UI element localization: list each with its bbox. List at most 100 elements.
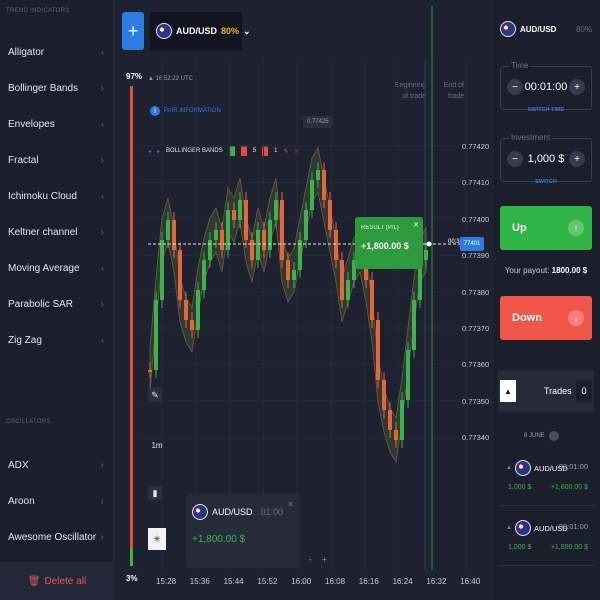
current-price-tag: 77401 (460, 237, 484, 251)
panel-asset[interactable]: AUD/USD 80% (500, 14, 592, 44)
x-tick-label: 16:40 (460, 577, 481, 586)
y-tick-label: 0.77410 (462, 178, 490, 188)
trading-app: TREND INDICATORS Alligator › Bollinger Ban… (0, 0, 600, 600)
candle-body (286, 260, 290, 280)
candle-body (424, 250, 428, 260)
trade-card-time: 01:00 (260, 507, 284, 517)
investment-field: Investment − 1,000 $ + SWITCH (500, 133, 592, 185)
trades-header[interactable]: ▲ Trades 0 (498, 370, 594, 412)
candle-body (388, 410, 392, 430)
flag-icon (514, 520, 531, 536)
chart-type-icon[interactable]: ▮ (148, 486, 162, 500)
candle-body (178, 250, 182, 300)
trade-card-value: +1,800.00 $ (192, 534, 246, 545)
candle-body (220, 230, 224, 250)
up-button[interactable]: Up ↑ (500, 206, 592, 250)
trade-time: 00:01:00 (558, 462, 588, 471)
candle-body (196, 290, 200, 330)
investment-label: Investment (509, 133, 553, 142)
trades-label: Trades (544, 386, 572, 396)
trades-count: 0 (576, 380, 592, 402)
day-text: 8 JUNE (524, 433, 545, 439)
x-tick-label: 16:00 (291, 577, 312, 586)
zoom-in-button[interactable]: + (322, 555, 327, 564)
close-icon[interactable]: ✕ (413, 221, 419, 229)
calendar-icon (548, 431, 559, 441)
y-tick-label: 0.77420 (462, 142, 490, 151)
price-dot (426, 241, 432, 247)
candle-body (256, 230, 260, 260)
result-popup: RESULT (P/L) +1,800.00 $ ✕ (355, 217, 423, 269)
result-value: +1,800.00 $ (361, 241, 409, 251)
payout-label: Your payout: (504, 266, 550, 275)
candle-body (238, 200, 242, 220)
candle-body (244, 200, 248, 240)
candle-body (208, 240, 212, 260)
panel-payout-pct: 80% (575, 24, 592, 34)
trades-toggle-icon[interactable]: ▲ (500, 380, 516, 402)
trade-amount: 1,000 $ (508, 484, 532, 491)
candle-body (268, 220, 272, 250)
flag-icon (514, 460, 531, 476)
arrow-down-icon: ↓ (568, 310, 584, 326)
candle-body (400, 400, 404, 440)
down-button[interactable]: Down ↓ (500, 296, 592, 340)
y-tick-label: 0.77350 (462, 396, 490, 406)
day-label: 8 JUNE (524, 431, 559, 441)
arrow-up-icon: ▲ (506, 465, 512, 471)
candle-body (184, 300, 188, 320)
arrow-up-icon: ↑ (568, 220, 584, 236)
candle-body (394, 430, 398, 440)
panel-asset-name: AUD/USD (520, 24, 557, 34)
zoom-out-button[interactable]: - (309, 555, 312, 564)
candle-body (322, 170, 326, 200)
trade-row[interactable]: ▲ AUD/USD 00:01:00 1,000 $ +1,800.00 $ (498, 452, 594, 506)
x-tick-label: 15:44 (223, 577, 244, 586)
y-tick-label: 0.77380 (462, 287, 490, 297)
investment-plus-button[interactable]: + (569, 151, 585, 167)
candle-body (376, 320, 380, 380)
candle-body (292, 270, 296, 280)
result-title: RESULT (P/L) (361, 225, 399, 231)
candle-body (274, 200, 278, 220)
flag-icon (500, 21, 516, 37)
switch-time-link[interactable]: SWITCH TIME (501, 107, 591, 113)
trade-row[interactable]: ▲ AUD/USD 00:01:00 1,000 $ +1,800.00 $ (498, 512, 594, 566)
candle-body (190, 320, 194, 330)
x-tick-label: 16:16 (358, 577, 379, 586)
arrow-up-icon: ▲ (506, 525, 512, 531)
x-tick-label: 16:32 (426, 577, 447, 586)
candle-body (310, 180, 314, 210)
draw-icon[interactable]: ✎ (148, 388, 162, 402)
candle-body (262, 230, 266, 250)
candle-body (154, 300, 158, 370)
flag-icon (192, 504, 208, 520)
candle-body (334, 230, 338, 260)
x-tick-label: 16:08 (325, 577, 346, 586)
time-field: Time − 00:01:00 + SWITCH TIME (500, 61, 592, 113)
y-tick-label: 0.77370 (462, 324, 490, 333)
trade-time: 00:01:00 (558, 522, 588, 531)
trade-card-asset: AUD/USD (212, 507, 253, 517)
close-icon[interactable]: ✕ (287, 500, 294, 509)
candle-body (148, 370, 152, 372)
trade-pl: +1,800.00 $ (550, 484, 588, 491)
x-tick-label: 16:24 (392, 577, 413, 586)
payout-info: Your payout: 1800.00 $ (500, 266, 592, 275)
y-tick-label: 0.77390 (462, 251, 490, 261)
indicators-icon[interactable]: ✳ (148, 528, 166, 550)
candle-body (412, 300, 416, 350)
candle-body (172, 220, 176, 250)
candle-body (166, 220, 170, 240)
switch-investment-link[interactable]: SWITCH (501, 179, 591, 185)
candle-body (214, 230, 218, 240)
y-tick-label: 0.77360 (462, 360, 490, 370)
y-tick-label: 0.77340 (462, 433, 490, 443)
candle-body (250, 240, 254, 260)
candle-body (406, 350, 410, 400)
time-plus-button[interactable]: + (569, 79, 585, 95)
timeframe-button[interactable]: 1m (150, 438, 164, 452)
y-tick-label: 0.77400 (462, 214, 490, 224)
x-tick-label: 15:28 (156, 577, 177, 586)
candle-body (370, 280, 374, 320)
